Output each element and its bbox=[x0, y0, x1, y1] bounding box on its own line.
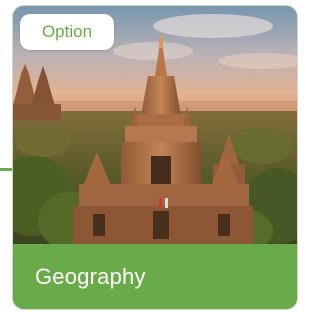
card-title: Geography bbox=[35, 264, 146, 289]
option-card-geography[interactable]: Option Geography bbox=[12, 5, 298, 310]
option-badge: Option bbox=[20, 14, 114, 50]
card-footer: Geography bbox=[13, 244, 297, 309]
